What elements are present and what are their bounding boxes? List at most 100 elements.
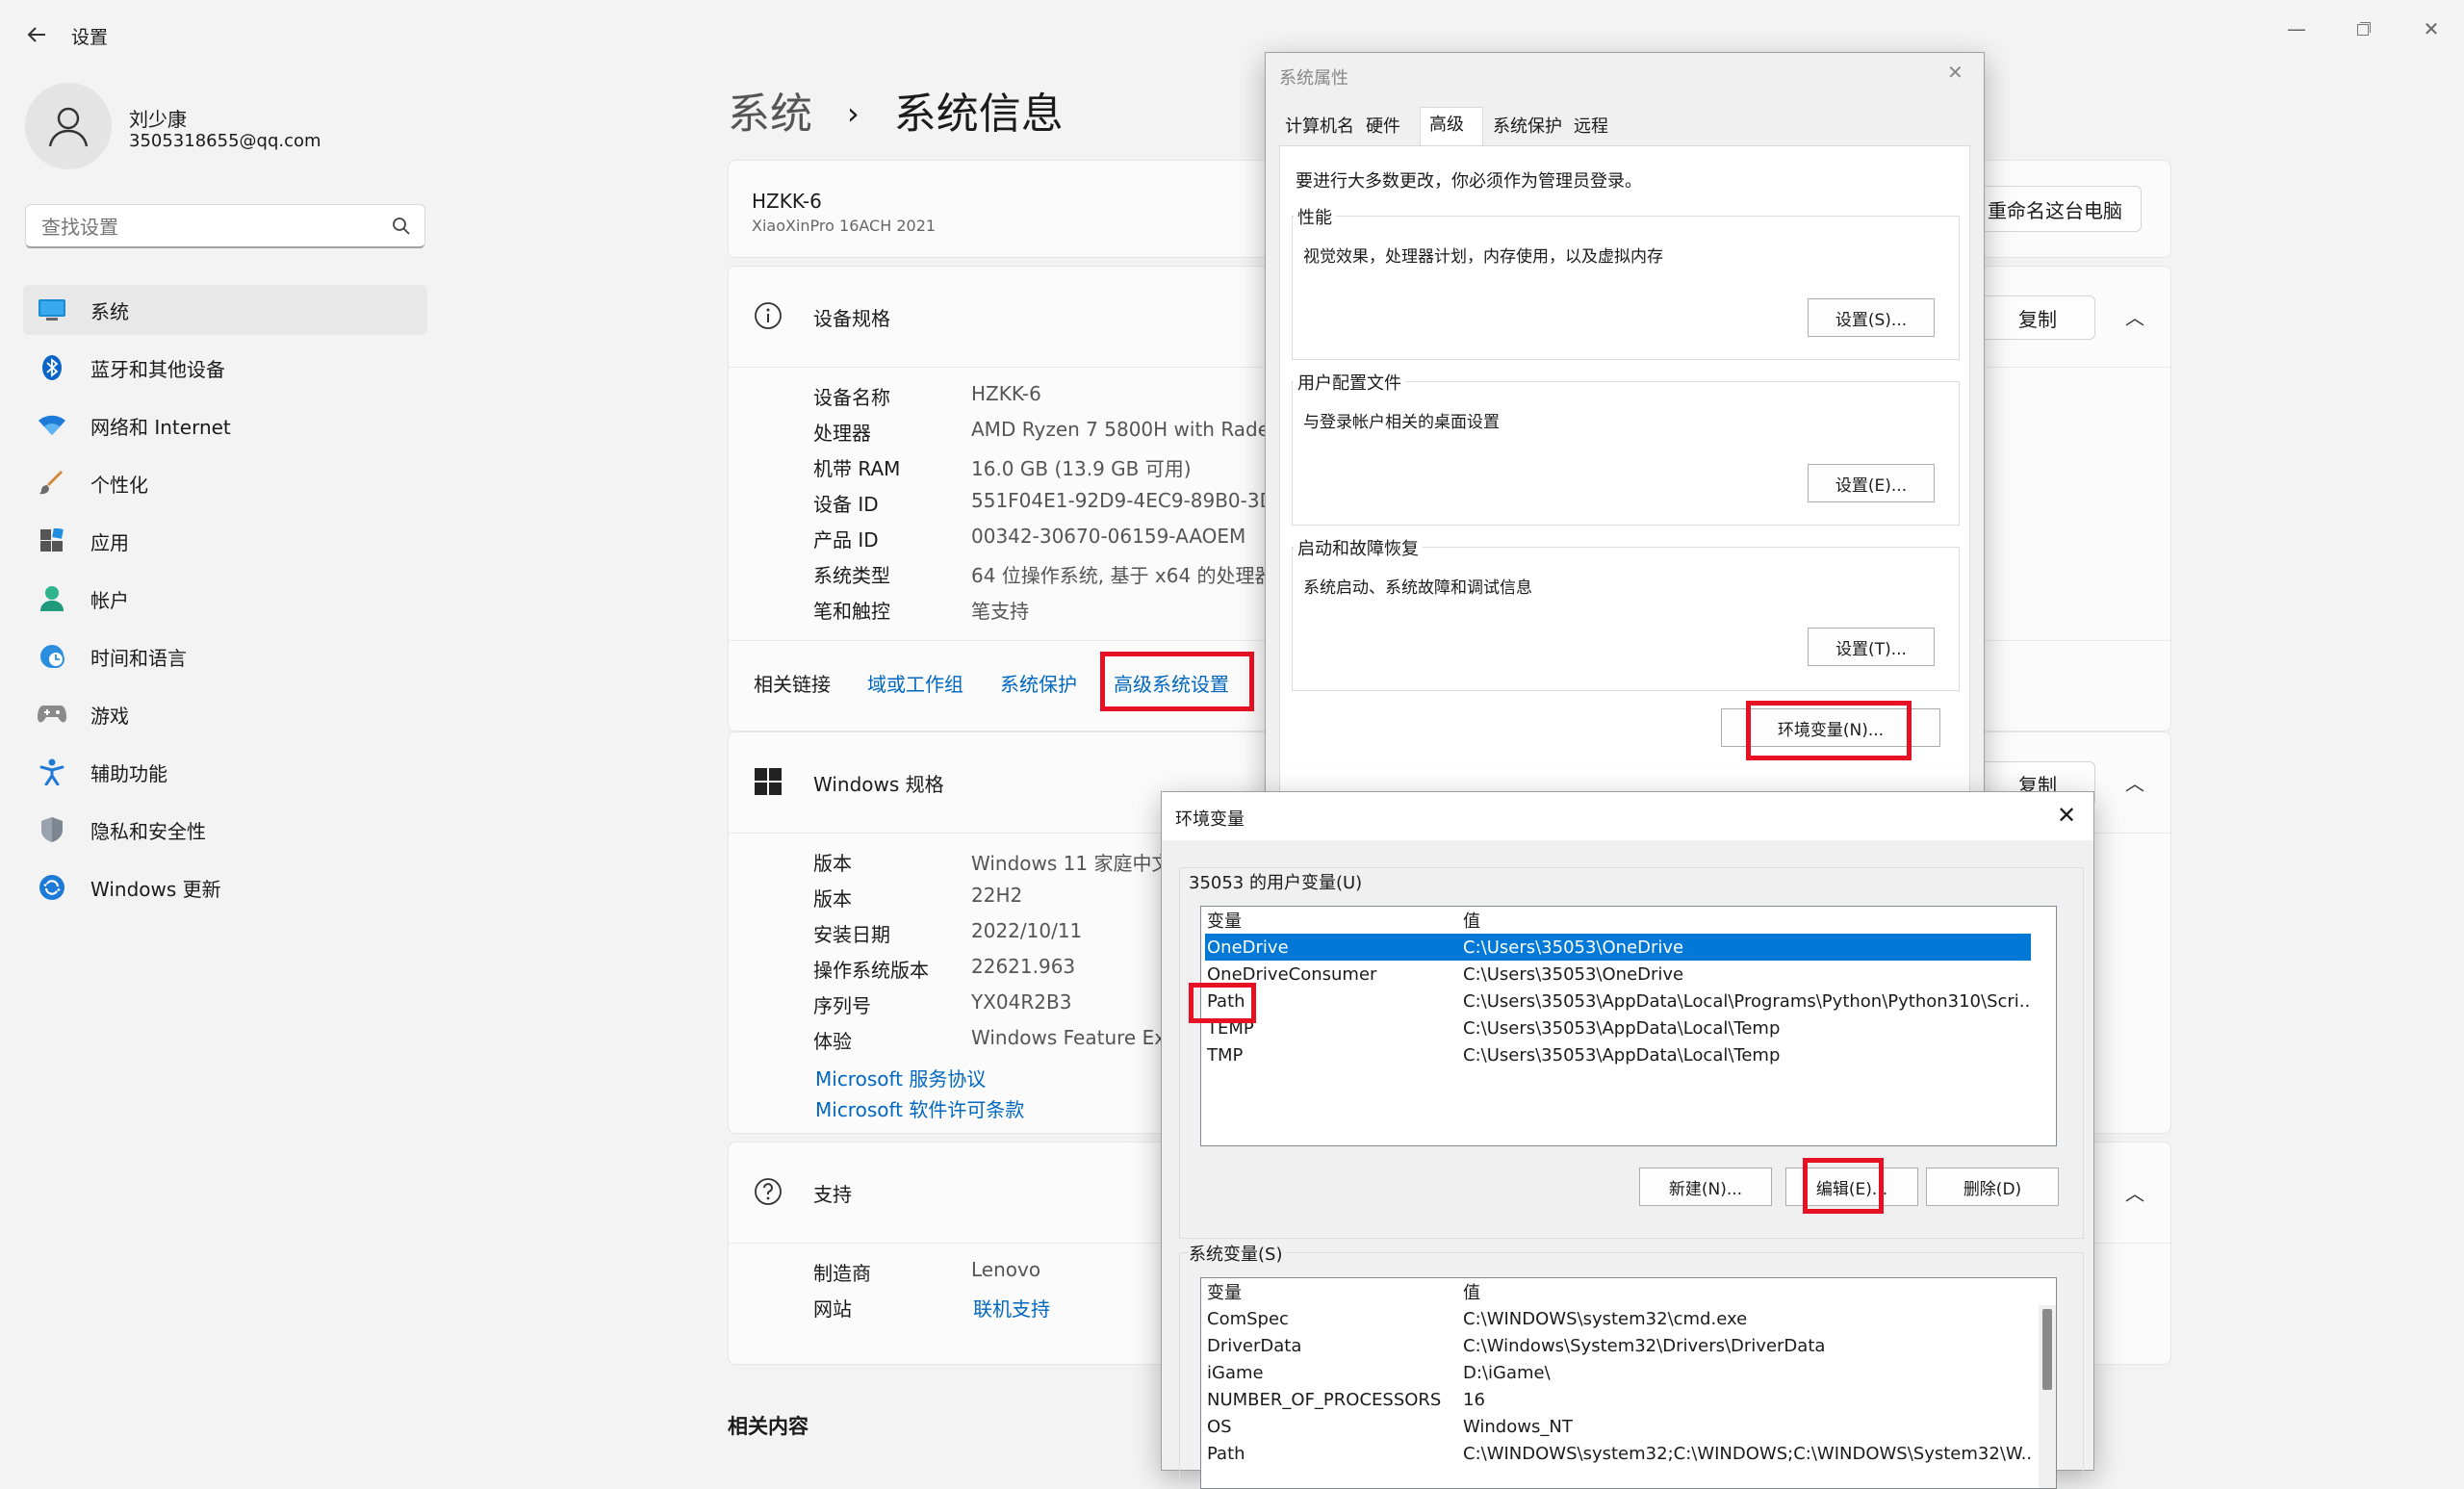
sidebar-item-network[interactable]: 网络和 Internet bbox=[23, 400, 427, 450]
rename-pc-button[interactable]: 重命名这台电脑 bbox=[1968, 186, 2142, 232]
chevron-up-icon[interactable]: ︿ bbox=[2120, 767, 2149, 796]
list-item[interactable]: ComSpec C:\WINDOWS\system32\cmd.exe bbox=[1201, 1305, 2037, 1332]
var-value: 16 bbox=[1463, 1389, 1485, 1410]
column-header-value[interactable]: 值 bbox=[1463, 1279, 2031, 1304]
spec-value: Windows Feature Exp bbox=[971, 1026, 1178, 1049]
close-icon[interactable]: ✕ bbox=[2402, 10, 2460, 48]
admin-note: 要进行大多数更改，你必须作为管理员登录。 bbox=[1296, 171, 1642, 192]
spec-value: 22H2 bbox=[971, 884, 1023, 907]
environment-variables-dialog: 环境变量 ✕ 35053 的用户变量(U) 变量 值 OneDrive C:\U… bbox=[1161, 791, 2094, 1489]
sidebar-item-label: 蓝牙和其他设备 bbox=[90, 357, 225, 381]
copy-button[interactable]: 复制 bbox=[1980, 295, 2095, 340]
search-input[interactable] bbox=[39, 213, 390, 242]
link-microsoft-services-agreement[interactable]: Microsoft 服务协议 bbox=[815, 1064, 986, 1091]
performance-group bbox=[1292, 216, 1960, 360]
back-arrow-icon[interactable] bbox=[19, 17, 54, 52]
scrollbar[interactable] bbox=[2039, 1305, 2056, 1488]
tab-advanced[interactable]: 高级 bbox=[1429, 109, 1464, 138]
scrollbar-thumb[interactable] bbox=[2042, 1309, 2052, 1390]
sidebar-item-personalization[interactable]: 个性化 bbox=[23, 458, 427, 508]
chevron-up-icon[interactable]: ︿ bbox=[2120, 1177, 2149, 1206]
maximize-icon[interactable] bbox=[2335, 10, 2393, 48]
list-header: 变量 值 bbox=[1201, 1278, 2037, 1305]
device-model: XiaoXinPro 16ACH 2021 bbox=[752, 217, 937, 235]
user-vars-list[interactable]: 变量 值 OneDrive C:\Users\35053\OneDrive On… bbox=[1200, 906, 2057, 1146]
list-item[interactable]: NUMBER_OF_PROCESSORS 16 bbox=[1201, 1386, 2037, 1413]
spec-label: 笔和触控 bbox=[813, 600, 890, 623]
close-icon[interactable]: ✕ bbox=[1947, 61, 1964, 84]
spec-label: 系统类型 bbox=[813, 564, 890, 587]
spec-label: 处理器 bbox=[813, 422, 871, 445]
column-header-value[interactable]: 值 bbox=[1463, 908, 2031, 933]
list-item[interactable]: OneDriveConsumer C:\Users\35053\OneDrive bbox=[1201, 961, 2037, 988]
bluetooth-icon bbox=[37, 352, 67, 383]
tab-computer-name[interactable]: 计算机名 bbox=[1285, 111, 1354, 140]
user-profiles-group bbox=[1292, 381, 1960, 526]
group-desc: 系统启动、系统故障和调试信息 bbox=[1303, 578, 1532, 598]
spec-label: 版本 bbox=[813, 852, 852, 875]
tab-system-protection[interactable]: 系统保护 bbox=[1493, 111, 1562, 140]
list-item[interactable]: DriverData C:\Windows\System32\Drivers\D… bbox=[1201, 1332, 2037, 1359]
sidebar-item-privacy[interactable]: 隐私和安全性 bbox=[23, 805, 427, 855]
link-online-support[interactable]: 联机支持 bbox=[973, 1294, 1050, 1322]
dialog-title: 系统属性 bbox=[1279, 68, 1348, 89]
var-name: DriverData bbox=[1207, 1335, 1302, 1356]
sidebar-item-label: 个性化 bbox=[90, 473, 148, 497]
sidebar-item-label: 网络和 Internet bbox=[90, 415, 231, 439]
group-desc: 与登录帐户相关的桌面设置 bbox=[1303, 413, 1500, 432]
chevron-up-icon[interactable]: ︿ bbox=[2120, 301, 2149, 330]
sidebar-item-bluetooth[interactable]: 蓝牙和其他设备 bbox=[23, 343, 427, 393]
sidebar-item-time-language[interactable]: 时间和语言 bbox=[23, 631, 427, 681]
sidebar-item-label: 帐户 bbox=[90, 588, 129, 612]
device-specs-title: 设备规格 bbox=[813, 307, 890, 330]
sidebar-item-apps[interactable]: 应用 bbox=[23, 516, 427, 566]
spec-label: 设备 ID bbox=[813, 493, 879, 516]
close-icon[interactable]: ✕ bbox=[2057, 802, 2076, 829]
sidebar-item-system[interactable]: 系统 bbox=[23, 285, 427, 335]
column-header-variable[interactable]: 变量 bbox=[1207, 1279, 1242, 1304]
list-item[interactable]: iGame D:\iGame\ bbox=[1201, 1359, 2037, 1386]
sidebar-item-accounts[interactable]: 帐户 bbox=[23, 574, 427, 624]
list-item[interactable]: Path C:\Users\35053\AppData\Local\Progra… bbox=[1201, 988, 2037, 1014]
startup-recovery-group bbox=[1292, 547, 1960, 691]
spec-value: AMD Ryzen 7 5800H with Radeon bbox=[971, 418, 1294, 441]
new-button[interactable]: 新建(N)... bbox=[1639, 1168, 1772, 1206]
list-item[interactable]: OneDrive C:\Users\35053\OneDrive bbox=[1205, 934, 2031, 961]
sidebar-item-windows-update[interactable]: Windows 更新 bbox=[23, 862, 427, 912]
column-header-variable[interactable]: 变量 bbox=[1207, 908, 1242, 933]
sidebar-item-accessibility[interactable]: 辅助功能 bbox=[23, 747, 427, 797]
var-name: TMP bbox=[1207, 1044, 1244, 1065]
performance-settings-button[interactable]: 设置(S)... bbox=[1808, 298, 1935, 337]
link-system-protection[interactable]: 系统保护 bbox=[1000, 669, 1077, 697]
system-vars-list[interactable]: 变量 值 ComSpec C:\WINDOWS\system32\cmd.exe… bbox=[1200, 1277, 2057, 1489]
user-profiles-settings-button[interactable]: 设置(E)... bbox=[1808, 464, 1935, 502]
search-box[interactable] bbox=[25, 204, 425, 248]
spec-label: 产品 ID bbox=[813, 528, 879, 552]
var-value: C:\Users\35053\AppData\Local\Programs\Py… bbox=[1463, 990, 2031, 1012]
tab-hardware[interactable]: 硬件 bbox=[1366, 111, 1400, 140]
update-icon bbox=[37, 872, 67, 903]
tab-remote[interactable]: 远程 bbox=[1574, 111, 1608, 140]
sidebar-item-gaming[interactable]: 游戏 bbox=[23, 689, 427, 739]
startup-recovery-settings-button[interactable]: 设置(T)... bbox=[1808, 628, 1935, 666]
link-domain-workgroup[interactable]: 域或工作组 bbox=[867, 669, 963, 697]
list-item[interactable]: TMP C:\Users\35053\AppData\Local\Temp bbox=[1201, 1041, 2037, 1068]
spec-value: YX04R2B3 bbox=[971, 990, 1072, 1014]
link-microsoft-license-terms[interactable]: Microsoft 软件许可条款 bbox=[815, 1094, 1024, 1122]
minimize-icon[interactable]: — bbox=[2268, 10, 2325, 48]
breadcrumb-parent[interactable]: 系统 bbox=[728, 90, 812, 139]
delete-button[interactable]: 删除(D) bbox=[1926, 1168, 2059, 1206]
spec-label: 体验 bbox=[813, 1030, 852, 1053]
var-value: C:\WINDOWS\system32\cmd.exe bbox=[1463, 1308, 1748, 1329]
avatar[interactable] bbox=[25, 83, 112, 169]
sidebar-item-label: 系统 bbox=[90, 299, 129, 323]
spec-label: 操作系统版本 bbox=[813, 959, 929, 982]
highlight-box bbox=[1189, 983, 1256, 1023]
list-item[interactable]: TEMP C:\Users\35053\AppData\Local\Temp bbox=[1201, 1014, 2037, 1041]
var-name: iGame bbox=[1207, 1362, 1264, 1383]
search-icon[interactable] bbox=[392, 217, 411, 236]
var-value: D:\iGame\ bbox=[1463, 1362, 1551, 1383]
list-item[interactable]: Path C:\WINDOWS\system32;C:\WINDOWS;C:\W… bbox=[1201, 1440, 2037, 1467]
list-item[interactable]: OS Windows_NT bbox=[1201, 1413, 2037, 1440]
user-vars-section-title: 35053 的用户变量(U) bbox=[1189, 873, 1363, 893]
